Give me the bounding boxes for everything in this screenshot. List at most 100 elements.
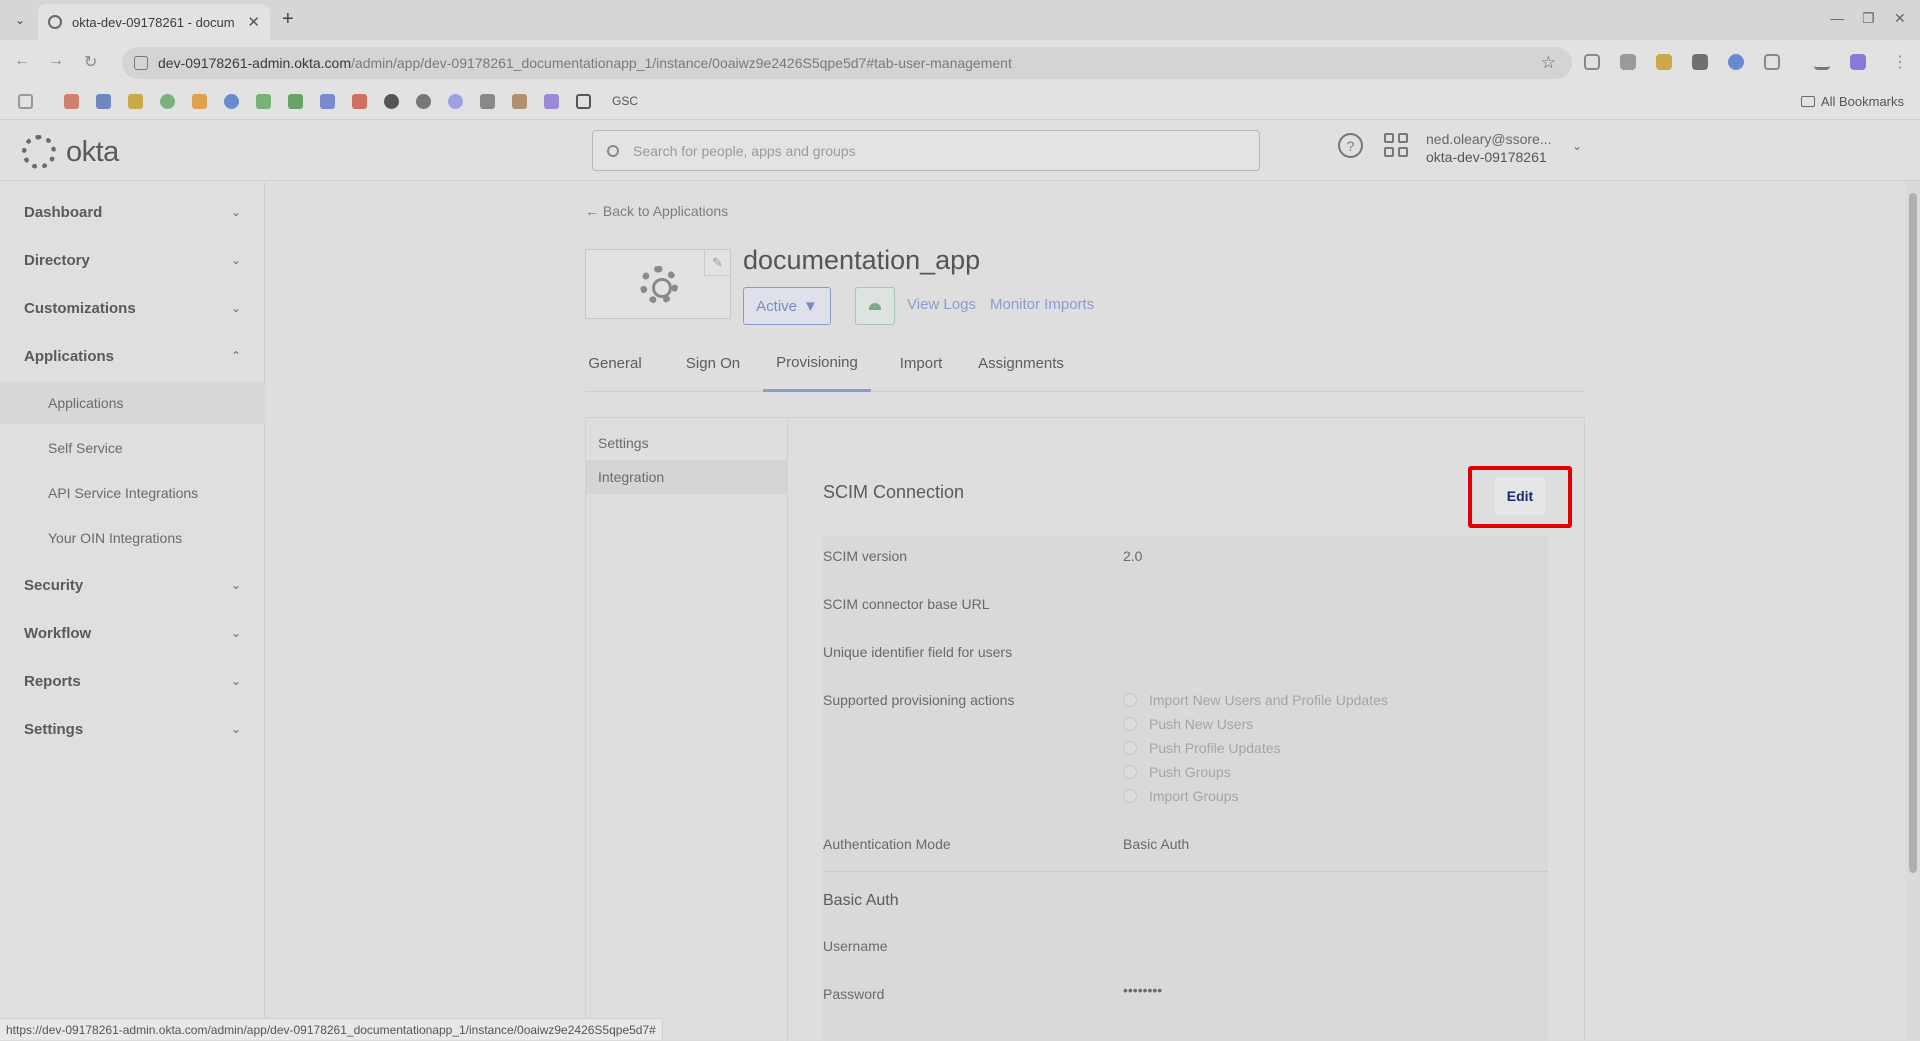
restore-icon[interactable]: ❐ — [1862, 10, 1875, 27]
browser-menu-icon[interactable]: ⋮ — [1892, 52, 1908, 72]
apps-grid-icon[interactable] — [18, 94, 33, 109]
sidebar-item-workflow[interactable]: Workflow ⌄ — [0, 615, 265, 651]
bookmark-icon[interactable] — [64, 94, 79, 109]
tab-general[interactable]: General — [585, 335, 645, 392]
forward-icon[interactable]: → — [48, 52, 64, 70]
github-icon[interactable] — [384, 94, 399, 109]
settings-nav: Settings Integration — [586, 418, 788, 1041]
new-tab-icon[interactable]: + — [282, 8, 294, 31]
tab-import[interactable]: Import — [891, 335, 951, 392]
extension-icon[interactable] — [1620, 54, 1636, 70]
bookmark-icon[interactable] — [544, 94, 559, 109]
sidebar-item-settings[interactable]: Settings ⌄ — [0, 711, 265, 747]
bookmark-icon[interactable] — [512, 94, 527, 109]
all-bookmarks[interactable]: All Bookmarks — [1800, 94, 1904, 109]
folder-icon — [1800, 96, 1815, 107]
basic-auth-title: Basic Auth — [823, 892, 899, 909]
bookmark-icon[interactable] — [192, 94, 207, 109]
chevron-down-icon: ⌄ — [230, 301, 241, 315]
auth-mode-value: Basic Auth — [1123, 836, 1190, 852]
settings-nav-integration[interactable]: Integration — [586, 460, 788, 494]
base-url-label: SCIM connector base URL — [823, 596, 990, 612]
bookmark-icon[interactable] — [480, 94, 495, 109]
download-icon[interactable] — [1814, 54, 1830, 70]
scrollbar-thumb[interactable] — [1909, 193, 1917, 873]
bookmark-star-icon[interactable]: ☆ — [1541, 53, 1556, 73]
extensions-puzzle-icon[interactable] — [1764, 54, 1780, 70]
tab-search-icon[interactable]: ⌄ — [10, 10, 30, 30]
bookmark-icon[interactable] — [160, 94, 175, 109]
page-scrollbar[interactable] — [1906, 181, 1920, 1040]
app-tabs: General Sign On Provisioning Import Assi… — [585, 335, 1585, 392]
search-input[interactable] — [633, 142, 1233, 159]
extension-icon[interactable] — [1692, 54, 1708, 70]
divider — [823, 871, 1548, 872]
bookmark-icon[interactable] — [256, 94, 271, 109]
url-path: /admin/app/dev-09178261_documentationapp… — [351, 55, 1012, 71]
extension-icon[interactable] — [1584, 54, 1600, 70]
action-import-users: Import New Users and Profile Updates — [1123, 692, 1388, 708]
minimize-icon[interactable]: — — [1830, 10, 1844, 26]
status-dropdown[interactable]: Active ▼ — [743, 287, 831, 325]
sidebar-subitem-self-service[interactable]: Self Service — [0, 427, 265, 469]
bookmark-gsc[interactable]: GSC — [612, 94, 638, 108]
back-to-applications-link[interactable]: ← Back to Applications — [585, 203, 728, 219]
sidebar-item-security[interactable]: Security ⌄ — [0, 567, 265, 603]
app-switcher-icon[interactable] — [1384, 133, 1408, 157]
bookmark-icon[interactable] — [320, 94, 335, 109]
help-icon[interactable]: ? — [1338, 133, 1363, 158]
extension-icon[interactable] — [1728, 54, 1744, 70]
bookmark-icon[interactable] — [96, 94, 111, 109]
tab-close-icon[interactable]: ✕ — [247, 13, 260, 31]
site-info-icon[interactable] — [134, 56, 148, 70]
sidebar-subitem-oin-integrations[interactable]: Your OIN Integrations — [0, 517, 265, 559]
tab-sign-on[interactable]: Sign On — [680, 335, 746, 392]
tab-provisioning[interactable]: Provisioning — [763, 335, 871, 392]
monitor-imports-link[interactable]: Monitor Imports — [990, 296, 1094, 313]
push-now-button[interactable] — [855, 287, 895, 325]
checkbox — [1123, 693, 1137, 707]
reload-icon[interactable]: ↻ — [84, 52, 97, 72]
browser-tab[interactable]: okta-dev-09178261 - docum ✕ — [38, 4, 270, 40]
okta-logo[interactable]: okta — [22, 135, 119, 169]
tab-assignments[interactable]: Assignments — [969, 335, 1073, 392]
edit-button[interactable]: Edit — [1495, 477, 1545, 515]
sidebar-subitem-api-service-integrations[interactable]: API Service Integrations — [0, 472, 265, 514]
bookmark-icon[interactable] — [352, 94, 367, 109]
chevron-down-icon: ⌄ — [230, 722, 241, 736]
back-icon[interactable]: ← — [14, 52, 30, 70]
okta-sunburst-icon — [22, 135, 56, 169]
view-logs-link[interactable]: View Logs — [907, 296, 976, 313]
global-search[interactable] — [592, 130, 1260, 171]
sidebar-item-dashboard[interactable]: Dashboard ⌄ — [0, 194, 265, 230]
bookmark-icon[interactable] — [416, 94, 431, 109]
sidebar-item-customizations[interactable]: Customizations ⌄ — [0, 290, 265, 326]
user-menu[interactable]: ned.oleary@ssore... okta-dev-09178261 — [1426, 130, 1552, 166]
sidebar-item-directory[interactable]: Directory ⌄ — [0, 242, 265, 278]
sidebar-subitem-applications[interactable]: Applications — [0, 382, 265, 424]
user-org: okta-dev-09178261 — [1426, 149, 1547, 165]
tab-title: okta-dev-09178261 - docum — [72, 14, 235, 30]
sidebar-item-applications[interactable]: Applications ⌃ — [0, 338, 265, 374]
extension-icon[interactable] — [1656, 54, 1672, 70]
bookmark-icon[interactable] — [224, 94, 239, 109]
action-push-groups: Push Groups — [1123, 764, 1231, 780]
chevron-down-icon[interactable]: ⌄ — [1572, 139, 1582, 153]
address-bar[interactable]: dev-09178261-admin.okta.com/admin/app/de… — [122, 47, 1572, 79]
caret-down-icon: ▼ — [803, 297, 818, 315]
unique-id-label: Unique identifier field for users — [823, 644, 1013, 660]
checkbox — [1123, 765, 1137, 779]
chevron-up-icon: ⌃ — [230, 349, 241, 363]
bookmark-icon[interactable] — [288, 94, 303, 109]
bookmark-icon[interactable] — [128, 94, 143, 109]
window-close-icon[interactable]: ✕ — [1894, 10, 1906, 27]
profile-icon[interactable] — [1850, 54, 1866, 70]
edit-logo-icon[interactable]: ✎ — [704, 250, 730, 276]
action-push-profile-updates: Push Profile Updates — [1123, 740, 1281, 756]
checkbox — [1123, 741, 1137, 755]
bookmark-icon[interactable] — [448, 94, 463, 109]
sidebar-item-reports[interactable]: Reports ⌄ — [0, 663, 265, 699]
actions-label: Supported provisioning actions — [823, 692, 1015, 708]
notion-icon[interactable] — [576, 94, 591, 109]
username-label: Username — [823, 938, 888, 954]
